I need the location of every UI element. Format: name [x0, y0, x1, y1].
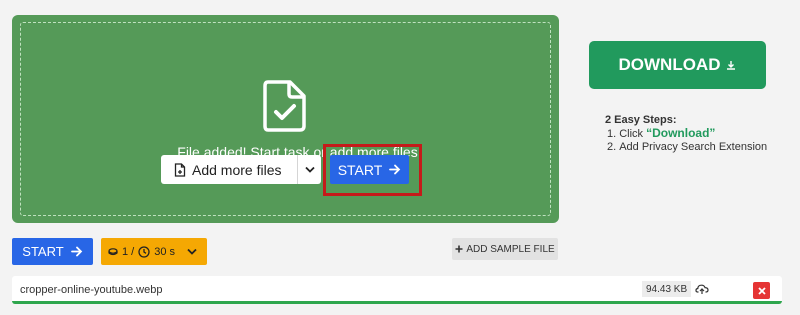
converter-page: File added! Start task or add more files… — [0, 0, 800, 315]
add-more-files-button[interactable]: Add more files — [161, 155, 298, 184]
start-button-label: START — [337, 161, 383, 178]
file-check-icon — [263, 80, 306, 132]
file-list-item: cropper-online-youtube.webp 94.43 KB — [12, 276, 782, 304]
quota-dropdown[interactable]: 1 / 30 s — [101, 238, 207, 265]
download-icon — [727, 61, 736, 70]
remove-file-button[interactable] — [753, 282, 770, 299]
arrow-right-icon — [389, 164, 401, 175]
chevron-down-icon — [187, 248, 197, 255]
file-drop-area[interactable]: File added! Start task or add more files — [12, 15, 559, 223]
easy-steps-list: 1. Click “Download” 2. Add Privacy Search … — [605, 127, 767, 154]
step-text: Click — [619, 128, 647, 140]
file-plus-icon — [174, 162, 186, 177]
download-button[interactable]: DOWNLOAD — [589, 41, 766, 89]
easy-steps: 2 Easy Steps: 1. Click “Download” 2. Add P… — [605, 114, 767, 154]
file-name: cropper-online-youtube.webp — [20, 284, 163, 296]
step-number: 2. — [607, 141, 617, 153]
file-size-badge: 94.43 KB — [642, 281, 692, 297]
quota-count: 1 / — [122, 245, 135, 258]
plus-icon — [455, 245, 463, 253]
add-more-files-toggle[interactable] — [298, 166, 321, 173]
add-more-files-label: Add more files — [192, 161, 282, 178]
easy-step-2: 2. Add Privacy Search Extension — [605, 141, 767, 154]
close-icon — [757, 286, 766, 295]
add-more-files-dropdown[interactable]: Add more files — [161, 155, 321, 184]
add-sample-file-label: ADD SAMPLE FILE — [466, 243, 555, 255]
arrow-right-icon — [70, 246, 82, 257]
step-highlight: “Download” — [646, 126, 716, 140]
cloud-icon[interactable] — [695, 282, 709, 295]
coin-icon — [108, 247, 118, 255]
start-button-secondary[interactable]: START — [12, 238, 93, 265]
quota-time: 30 s — [154, 245, 176, 258]
clock-icon — [138, 245, 150, 258]
step-number: 1. — [607, 128, 617, 140]
chevron-down-icon — [304, 166, 315, 173]
start-button[interactable]: START — [330, 155, 409, 184]
download-button-label: DOWNLOAD — [618, 55, 721, 74]
easy-step-1: 1. Click “Download” — [605, 127, 767, 141]
add-sample-file-button[interactable]: ADD SAMPLE FILE — [452, 238, 558, 260]
step-text: Add Privacy Search Extension — [619, 141, 768, 153]
start-button-secondary-label: START — [22, 244, 64, 259]
